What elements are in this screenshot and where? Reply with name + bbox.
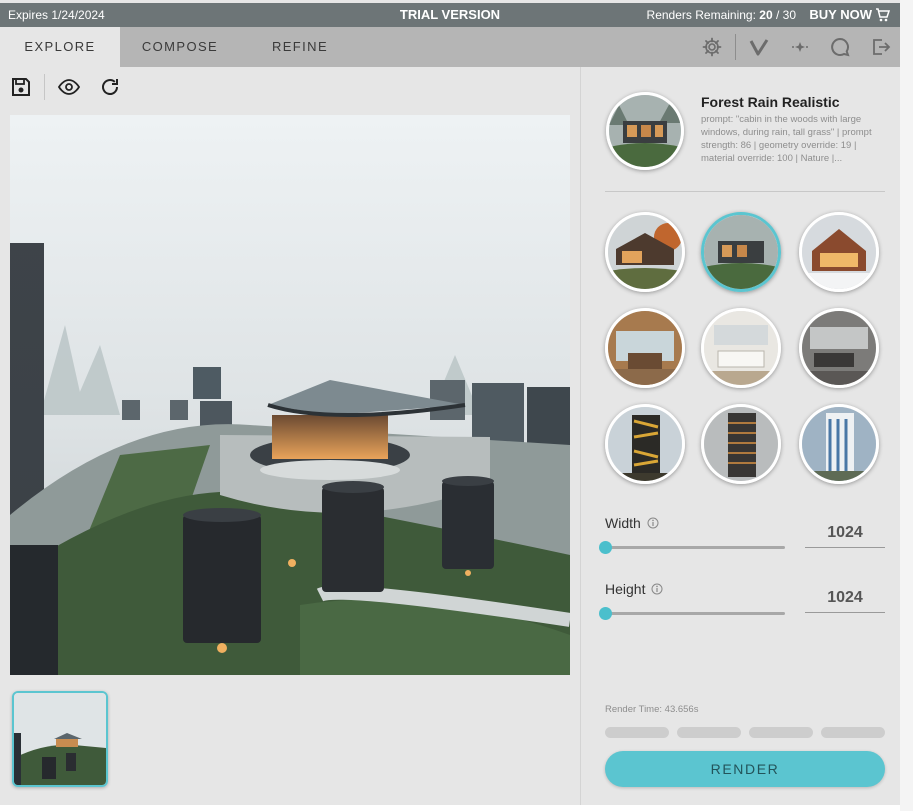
- style-thumbnail: [608, 407, 682, 481]
- tab-compose[interactable]: COMPOSE: [120, 27, 240, 67]
- progress-segment: [677, 727, 741, 738]
- render-canvas[interactable]: [10, 115, 570, 675]
- logout-icon[interactable]: [871, 37, 891, 57]
- panel-divider: [605, 191, 885, 192]
- style-thumbnail: [704, 215, 778, 289]
- refresh-icon[interactable]: [99, 76, 121, 98]
- renders-remaining-label: Renders Remaining:: [646, 8, 756, 22]
- width-slider[interactable]: [599, 541, 785, 554]
- style-panel: Forest Rain Realistic prompt: "cabin in …: [580, 67, 900, 805]
- chat-icon[interactable]: [830, 37, 850, 57]
- width-slider-handle[interactable]: [599, 541, 612, 554]
- buy-now-label: BUY NOW: [809, 7, 872, 22]
- renders-remaining: Renders Remaining: 20 / 30: [647, 8, 796, 22]
- sparkle-icon[interactable]: [790, 37, 810, 57]
- style-concrete-living-room[interactable]: [799, 308, 879, 388]
- height-slider[interactable]: [599, 607, 785, 620]
- renders-used-count: 20: [759, 8, 773, 22]
- style-wood-interior[interactable]: [605, 308, 685, 388]
- buy-now-button[interactable]: BUY NOW: [809, 7, 890, 22]
- style-dark-highrise[interactable]: [701, 404, 781, 484]
- style-winter-house[interactable]: [799, 212, 879, 292]
- style-white-blue-highrise[interactable]: [799, 404, 879, 484]
- toolbar-divider: [44, 74, 45, 100]
- save-icon[interactable]: [10, 76, 32, 98]
- info-icon[interactable]: [651, 583, 663, 595]
- progress-segment: [749, 727, 813, 738]
- style-thumbnail: [608, 311, 682, 385]
- renders-total-count: / 30: [775, 8, 796, 22]
- selected-preset-avatar: [606, 92, 684, 170]
- width-label: Width: [605, 515, 641, 531]
- tab-explore[interactable]: EXPLORE: [0, 27, 120, 67]
- history-thumbnail-image: [14, 693, 106, 785]
- forest-rain-preview: [609, 95, 681, 167]
- style-thumbnail: [608, 215, 682, 289]
- check-icon[interactable]: [749, 37, 769, 57]
- style-modern-cabin-autumn[interactable]: [605, 212, 685, 292]
- render-time: Render Time: 43.656s: [605, 704, 699, 715]
- style-thumbnail: [802, 311, 876, 385]
- gear-icon[interactable]: [702, 37, 722, 57]
- style-white-kitchen-interior[interactable]: [701, 308, 781, 388]
- style-gold-tower[interactable]: [605, 404, 685, 484]
- style-thumbnail: [802, 215, 876, 289]
- info-icon[interactable]: [647, 517, 659, 529]
- style-thumbnail: [802, 407, 876, 481]
- eye-icon[interactable]: [58, 76, 80, 98]
- cart-icon: [876, 7, 890, 21]
- width-label-row: Width: [605, 515, 659, 531]
- width-field[interactable]: [805, 518, 885, 548]
- progress-segment: [605, 727, 669, 738]
- trial-banner: Expires 1/24/2024 TRIAL VERSION Renders …: [0, 3, 900, 27]
- tabbar-divider: [735, 34, 736, 60]
- height-slider-handle[interactable]: [599, 607, 612, 620]
- preset-title: Forest Rain Realistic: [701, 94, 840, 110]
- rendered-architecture-image: [10, 115, 570, 675]
- window-edge: [900, 0, 913, 811]
- preset-description: prompt: "cabin in the woods with large w…: [701, 114, 872, 164]
- style-forest-rain-realistic[interactable]: [701, 212, 781, 292]
- height-field[interactable]: [805, 583, 885, 613]
- app-window: Expires 1/24/2024 TRIAL VERSION Renders …: [0, 0, 900, 805]
- expiry-date: Expires 1/24/2024: [8, 8, 105, 22]
- tab-bar: EXPLORE COMPOSE REFINE: [0, 27, 900, 67]
- tab-refine[interactable]: REFINE: [240, 27, 360, 67]
- height-label-row: Height: [605, 581, 663, 597]
- style-thumbnail: [704, 407, 778, 481]
- history-thumbnail[interactable]: [12, 691, 108, 787]
- style-thumbnail: [704, 311, 778, 385]
- render-button[interactable]: RENDER: [605, 751, 885, 787]
- height-label: Height: [605, 581, 646, 597]
- progress-segment: [821, 727, 885, 738]
